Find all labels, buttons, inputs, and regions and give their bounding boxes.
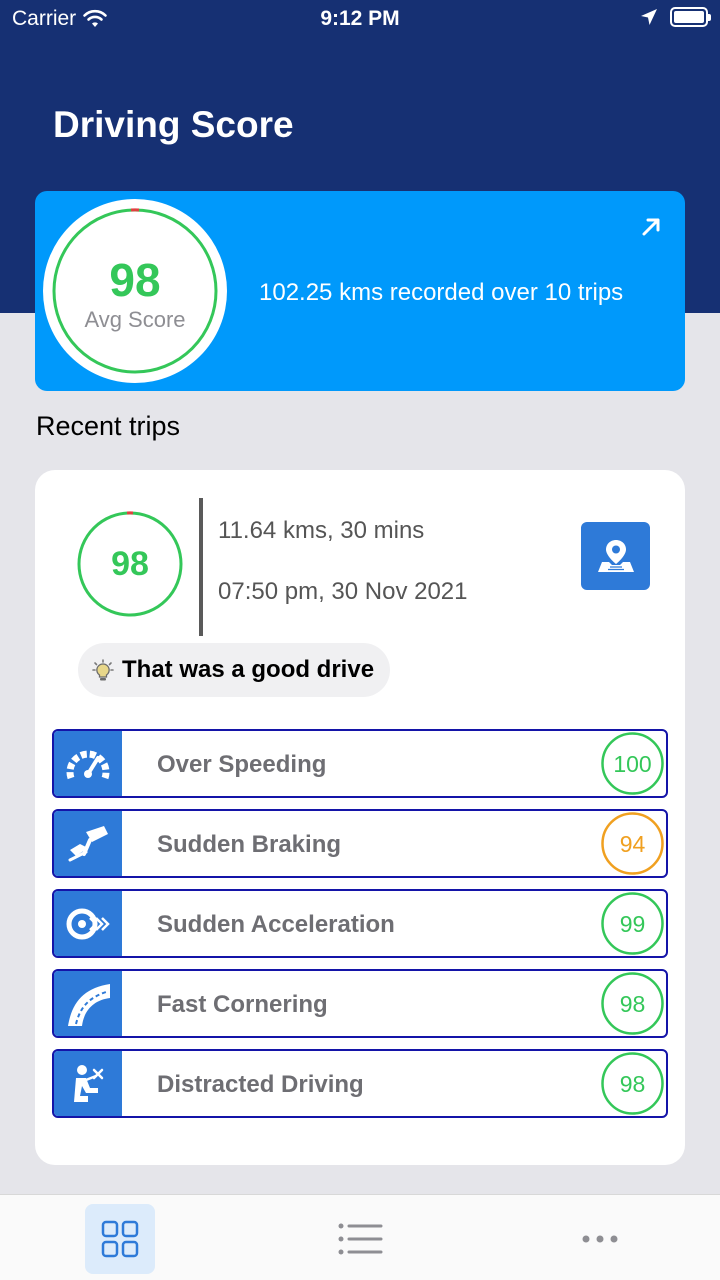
- trip-card[interactable]: 98 11.64 kms, 30 mins 07:50 pm, 30 Nov 2…: [35, 470, 685, 1165]
- metric-score-value: 98: [619, 991, 646, 1017]
- summary-card[interactable]: 98 Avg Score 102.25 kms recorded over 10…: [35, 191, 685, 391]
- battery-icon: [670, 7, 711, 27]
- metric-row-over-speeding[interactable]: Over Speeding 100: [52, 729, 668, 798]
- arrow-up-right-icon[interactable]: [639, 215, 663, 239]
- metric-score-gauge: 100: [601, 732, 664, 795]
- view-map-button[interactable]: [581, 522, 650, 590]
- metric-label: Distracted Driving: [157, 1071, 364, 1098]
- location-arrow-icon: [641, 9, 657, 25]
- metric-score-value: 94: [619, 831, 646, 857]
- metric-row-sudden-braking[interactable]: Sudden Braking 94: [52, 809, 668, 878]
- trip-distance-duration: 11.64 kms, 30 mins: [218, 517, 425, 544]
- trip-score-gauge: 98: [77, 511, 183, 617]
- avg-score-gauge: 98 Avg Score: [43, 199, 227, 383]
- trip-score-value: 98: [111, 545, 149, 583]
- tab-list[interactable]: [325, 1204, 395, 1274]
- avg-score-label: Avg Score: [84, 307, 186, 332]
- tab-dashboard[interactable]: [85, 1204, 155, 1274]
- metric-score-gauge: 99: [601, 892, 664, 955]
- page-title: Driving Score: [53, 104, 294, 145]
- metric-row-sudden-acceleration[interactable]: Sudden Acceleration 99: [52, 889, 668, 958]
- metric-score-gauge: 98: [601, 972, 664, 1035]
- status-bar: Carrier 9:12 PM: [0, 0, 720, 40]
- curved-road-icon: [68, 983, 110, 1026]
- distracted-driver-icon: [74, 1064, 104, 1102]
- brake-pedal-icon: [68, 825, 108, 861]
- metric-row-distracted-driving[interactable]: Distracted Driving 98: [52, 1049, 668, 1118]
- metric-score-value: 99: [619, 911, 646, 937]
- feedback-badge: That was a good drive: [78, 643, 391, 697]
- metric-score-value: 100: [613, 751, 652, 777]
- metric-score-gauge: 98: [601, 1052, 664, 1115]
- metric-score-gauge: 94: [601, 812, 664, 875]
- metric-label: Over Speeding: [157, 751, 327, 778]
- metric-label: Sudden Braking: [157, 831, 342, 858]
- summary-description: 102.25 kms recorded over 10 trips: [259, 279, 624, 306]
- dashboard-icon: [101, 1220, 139, 1258]
- avg-score-value: 98: [109, 254, 161, 306]
- list-icon: [338, 1223, 383, 1255]
- trip-datetime: 07:50 pm, 30 Nov 2021: [218, 578, 468, 605]
- divider: [199, 498, 203, 636]
- metric-label: Sudden Acceleration: [157, 911, 395, 938]
- speedometer-icon: [66, 750, 110, 779]
- tab-bar: [0, 1194, 720, 1280]
- map-pin-icon: [597, 540, 634, 572]
- feedback-text: That was a good drive: [122, 656, 375, 683]
- metric-score-value: 98: [619, 1071, 646, 1097]
- acceleration-icon: [66, 908, 110, 939]
- more-icon: [582, 1235, 618, 1243]
- tab-more[interactable]: [565, 1204, 635, 1274]
- metric-row-fast-cornering[interactable]: Fast Cornering 98: [52, 969, 668, 1038]
- metric-label: Fast Cornering: [157, 991, 328, 1018]
- lightbulb-icon: [92, 659, 114, 681]
- recent-trips-heading: Recent trips: [36, 411, 181, 441]
- clock: 9:12 PM: [320, 7, 400, 30]
